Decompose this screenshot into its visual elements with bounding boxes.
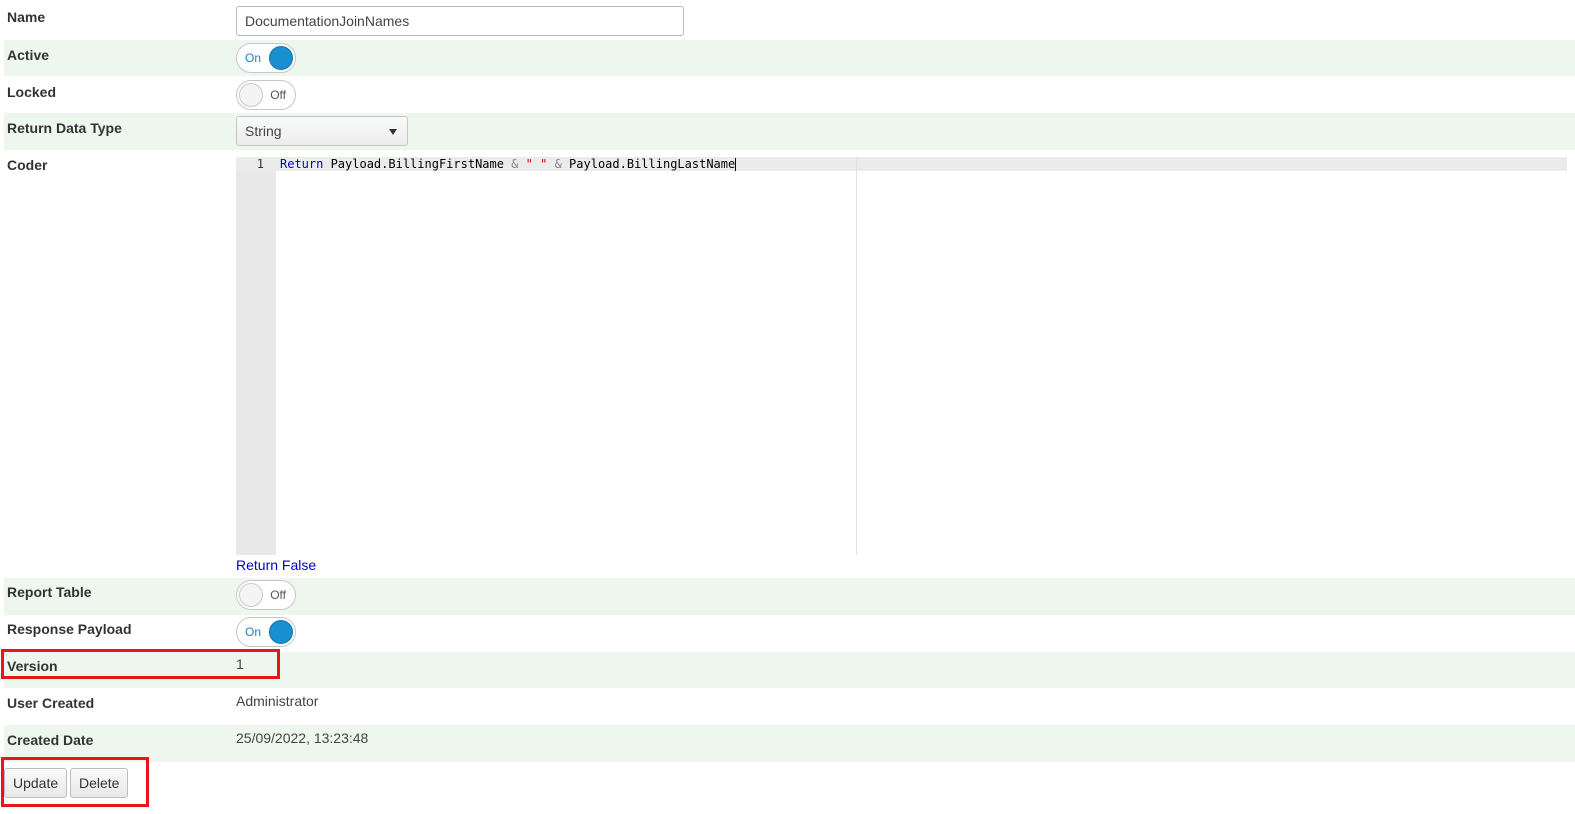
name-label: Name: [7, 9, 46, 25]
response-payload-toggle[interactable]: On: [236, 617, 296, 647]
code-line[interactable]: Return Payload.BillingFirstName & " " & …: [280, 157, 737, 171]
toggle-knob-icon: [239, 583, 263, 607]
user-created-value: Administrator: [236, 693, 319, 709]
active-label: Active: [7, 47, 50, 63]
toggle-knob-icon: [269, 620, 293, 644]
code-editor[interactable]: 1 Return Payload.BillingFirstName & " " …: [236, 157, 1567, 555]
version-value: 1: [236, 656, 244, 672]
created-date-label: Created Date: [7, 732, 94, 748]
active-toggle[interactable]: On: [236, 43, 296, 73]
return-data-type-label: Return Data Type: [7, 120, 122, 136]
name-input[interactable]: DocumentationJoinNames: [236, 6, 684, 36]
response-payload-label: Response Payload: [7, 621, 132, 637]
report-table-toggle[interactable]: Off: [236, 580, 296, 610]
line-number: 1: [256, 157, 264, 171]
code-text: Payload.BillingFirstName: [323, 157, 512, 171]
report-table-toggle-state: Off: [270, 588, 286, 602]
locked-toggle-state: Off: [270, 88, 286, 102]
return-data-type-value: String: [245, 123, 282, 139]
user-created-label: User Created: [7, 695, 95, 711]
version-label: Version: [7, 658, 58, 674]
delete-button[interactable]: Delete: [70, 768, 129, 798]
toggle-knob-icon: [269, 46, 293, 70]
update-button[interactable]: Update: [4, 768, 68, 798]
text-cursor: [735, 158, 737, 171]
toggle-knob-icon: [239, 83, 263, 107]
coder-footer-text: Return False: [236, 557, 317, 573]
return-data-type-select[interactable]: String: [236, 116, 408, 146]
coder-label: Coder: [7, 157, 48, 173]
active-toggle-state: On: [245, 51, 262, 65]
code-operator: &: [554, 157, 562, 171]
response-payload-toggle-state: On: [245, 625, 262, 639]
locked-toggle[interactable]: Off: [236, 80, 296, 110]
code-keyword: Return: [280, 157, 324, 171]
editor-gutter: [236, 157, 276, 555]
created-date-value: 25/09/2022, 13:23:48: [236, 730, 369, 746]
code-string: " ": [525, 157, 548, 171]
print-margin: [856, 157, 857, 555]
locked-label: Locked: [7, 84, 57, 100]
code-text: Payload.BillingLastName: [561, 157, 736, 171]
chevron-down-icon: [389, 129, 397, 135]
report-table-label: Report Table: [7, 584, 92, 600]
